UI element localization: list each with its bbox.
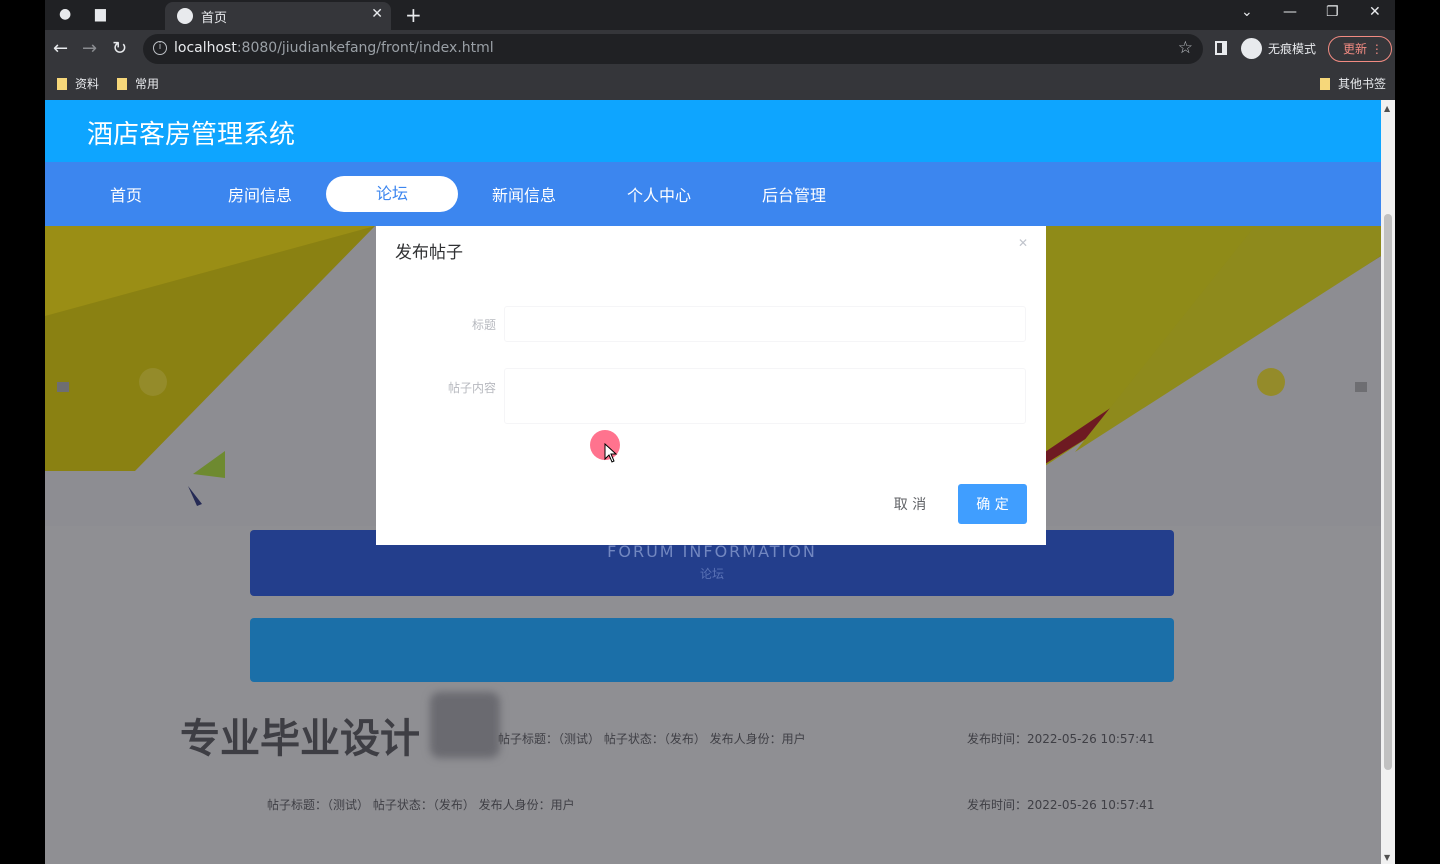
cancel-button[interactable]: 取 消	[882, 484, 938, 524]
site-header: 酒店客房管理系统	[45, 100, 1381, 162]
other-bookmarks[interactable]: 其他书签	[1320, 75, 1386, 92]
nav-personal[interactable]: 个人中心	[593, 182, 725, 206]
browser-app-icon[interactable]: ●	[59, 6, 71, 22]
content-textarea[interactable]	[504, 368, 1026, 424]
reload-button[interactable]: ↻	[112, 38, 127, 59]
close-tab-icon[interactable]: ✕	[371, 6, 383, 22]
close-window-button[interactable]: ✕	[1369, 4, 1381, 20]
side-panel-icon[interactable]	[1215, 41, 1227, 55]
bookmark-folder-0[interactable]: 资料	[57, 75, 99, 92]
publish-post-dialog: 发布帖子 ✕ 标题 帖子内容 取 消 确 定	[376, 226, 1046, 545]
nav-admin[interactable]: 后台管理	[728, 182, 860, 206]
browser-tab-strip: ● ▆ 首页 ✕ + ⌄ — ❐ ✕	[45, 0, 1395, 30]
main-nav: 首页 房间信息 论坛 新闻信息 个人中心 后台管理	[45, 162, 1381, 226]
post-meta-left[interactable]: 帖子标题：（测试） 帖子状态：（发布） 发布人身份：用户	[267, 796, 575, 813]
tab-list-icon[interactable]: ⌄	[1241, 4, 1253, 20]
confirm-button[interactable]: 确 定	[958, 484, 1027, 524]
title-input[interactable]	[504, 306, 1026, 342]
blurred-area	[430, 692, 500, 758]
forum-heading-cn: 论坛	[699, 567, 724, 581]
title-label: 标题	[471, 318, 496, 332]
url-text[interactable]: localhost:8080/jiudiankefang/front/index…	[174, 40, 494, 56]
watermark-text: 专业毕业设计	[180, 716, 420, 762]
forward-button[interactable]: →	[82, 38, 97, 59]
incognito-icon[interactable]	[1241, 38, 1262, 59]
incognito-label[interactable]: 无痕模式	[1268, 40, 1316, 57]
site-info-icon[interactable]: i	[153, 41, 167, 55]
restore-button[interactable]: ❐	[1326, 4, 1339, 20]
browser-tab[interactable]: 首页 ✕	[165, 2, 391, 30]
folder-icon	[117, 78, 127, 90]
update-button[interactable]: 更新 ⋮	[1328, 36, 1392, 62]
bookmarks-bar: 资料 常用 其他书签	[45, 68, 1395, 100]
minimize-button[interactable]: —	[1283, 4, 1297, 20]
content-label: 帖子内容	[447, 381, 496, 395]
nav-forum[interactable]: 论坛	[326, 176, 458, 212]
scroll-up-icon[interactable]: ▲	[1384, 104, 1390, 113]
nav-home[interactable]: 首页	[60, 182, 192, 206]
address-bar[interactable]: i localhost:8080/jiudiankefang/front/ind…	[143, 34, 1203, 64]
folder-icon	[1320, 78, 1330, 90]
new-tab-button[interactable]: +	[405, 3, 422, 27]
page-scrollbar[interactable]: ▲ ▼	[1381, 100, 1395, 864]
site-title: 酒店客房管理系统	[87, 120, 296, 150]
close-icon[interactable]: ✕	[1018, 236, 1028, 250]
scroll-down-icon[interactable]: ▼	[1384, 853, 1390, 862]
folder-icon	[57, 78, 67, 90]
dialog-title: 发布帖子	[395, 243, 463, 263]
post-meta-right: 发布时间：2022-05-26 10:57:41	[967, 798, 1155, 812]
mouse-cursor-icon	[604, 443, 618, 463]
scroll-thumb[interactable]	[1384, 214, 1392, 770]
post-meta-left[interactable]: 帖子标题：（测试） 帖子状态：（发布） 发布人身份：用户	[498, 730, 806, 747]
post-meta-right: 发布时间：2022-05-26 10:57:41	[967, 732, 1155, 746]
browser-toolbar: ← → ↻ i localhost:8080/jiudiankefang/fro…	[45, 30, 1395, 68]
globe-icon	[177, 8, 193, 24]
bookmark-star-icon[interactable]: ☆	[1178, 38, 1193, 58]
tab-title: 首页	[201, 11, 228, 26]
bookmark-folder-1[interactable]: 常用	[117, 75, 159, 92]
forum-search-bar[interactable]	[250, 618, 1174, 682]
web-page: 酒店客房管理系统 首页 房间信息 论坛 新闻信息 个人中心 后台管理 FORUM…	[45, 100, 1381, 864]
nav-news[interactable]: 新闻信息	[458, 182, 590, 206]
nav-rooms[interactable]: 房间信息	[194, 182, 326, 206]
tab-search-icon[interactable]: ▆	[95, 6, 106, 22]
back-button[interactable]: ←	[53, 38, 68, 59]
